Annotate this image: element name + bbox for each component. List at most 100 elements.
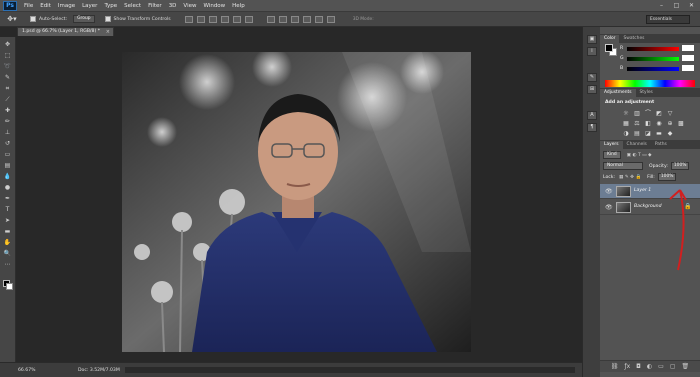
layer-name[interactable]: Layer 1 [634, 188, 651, 193]
eraser-tool-icon[interactable]: ▭ [2, 150, 14, 159]
trash-icon[interactable]: 🗑 [682, 363, 690, 370]
align-hcenter-icon[interactable] [232, 15, 241, 23]
pen-tool-icon[interactable]: ✒ [2, 194, 14, 203]
adjustment-layer-icon[interactable]: ◐ [647, 363, 652, 370]
distribute-left-icon[interactable] [302, 15, 311, 23]
minimize-button[interactable]: – [657, 1, 666, 10]
layer-row-background[interactable]: 👁 Background 🔒 [600, 200, 700, 215]
menu-type[interactable]: Type [104, 3, 117, 9]
curves-icon[interactable]: ⌒ [644, 110, 652, 117]
color-lookup-icon[interactable]: ▩ [677, 120, 685, 127]
character-panel-icon[interactable]: A [587, 111, 597, 120]
slider-blue-value[interactable] [682, 65, 694, 71]
history-brush-tool-icon[interactable]: ↺ [2, 139, 14, 148]
menu-view[interactable]: View [183, 3, 196, 9]
align-top-icon[interactable] [184, 15, 193, 23]
tab-channels[interactable]: Channels [623, 141, 651, 149]
tab-styles[interactable]: Styles [636, 89, 657, 97]
slider-red[interactable]: R [620, 45, 696, 52]
distribute-hcenter-icon[interactable] [314, 15, 323, 23]
threshold-icon[interactable]: ◪ [644, 130, 652, 137]
vibrance-icon[interactable]: ▽ [666, 110, 674, 117]
hue-saturation-icon[interactable]: ▦ [622, 120, 630, 127]
brush-presets-icon[interactable]: ⊞ [587, 85, 597, 94]
tab-paths[interactable]: Paths [651, 141, 671, 149]
background-color-swatch[interactable] [6, 283, 13, 290]
menu-layer[interactable]: Layer [82, 3, 97, 9]
extra-tool-icon[interactable]: ⋯ [2, 260, 14, 269]
document-tab[interactable]: 1.psd @ 66.7% (Layer 1, RGB/8) * × [17, 27, 114, 36]
auto-select-dropdown[interactable]: Group [73, 15, 95, 23]
hand-tool-icon[interactable]: ✋ [2, 238, 14, 247]
auto-select-checkbox[interactable] [30, 16, 36, 22]
move-tool-icon[interactable]: ✥▾ [4, 14, 20, 25]
channel-mixer-icon[interactable]: ⊕ [666, 120, 674, 127]
align-left-icon[interactable] [220, 15, 229, 23]
slider-red-value[interactable] [682, 45, 694, 51]
horizontal-scrollbar[interactable] [125, 367, 575, 373]
tab-color[interactable]: Color [600, 35, 620, 43]
posterize-icon[interactable]: ▤ [633, 130, 641, 137]
marquee-tool-icon[interactable]: ⬚ [2, 51, 14, 60]
fx-icon[interactable]: ƒx [624, 363, 630, 370]
eye-icon[interactable]: 👁 [605, 188, 613, 195]
history-panel-icon[interactable]: ▣ [587, 35, 597, 44]
layer-name[interactable]: Background [634, 204, 662, 209]
slider-red-track[interactable] [627, 47, 679, 51]
selective-color-icon[interactable]: ◆ [666, 130, 674, 137]
distribute-vcenter-icon[interactable] [278, 15, 287, 23]
filter-icons[interactable]: ▣ ◐ T ▭ ◆ [627, 153, 652, 158]
document-photo[interactable] [122, 52, 471, 352]
workspace-dropdown[interactable]: Essentials [646, 15, 690, 24]
lock-icons[interactable]: ▦ ✎ ✥ 🔒 [619, 175, 641, 180]
menu-edit[interactable]: Edit [40, 3, 51, 9]
tab-swatches[interactable]: Swatches [619, 35, 648, 43]
distribute-bottom-icon[interactable] [290, 15, 299, 23]
align-vcenter-icon[interactable] [196, 15, 205, 23]
clone-stamp-tool-icon[interactable]: ⊥ [2, 128, 14, 137]
menu-filter[interactable]: Filter [148, 3, 162, 9]
layer-kind-dropdown[interactable]: Kind [603, 151, 621, 159]
shape-tool-icon[interactable]: ▬ [2, 227, 14, 236]
healing-tool-icon[interactable]: ✚ [2, 106, 14, 115]
color-balance-icon[interactable]: ⚖ [633, 120, 641, 127]
mask-icon[interactable]: ◘ [636, 363, 641, 370]
gradient-tool-icon[interactable]: ▤ [2, 161, 14, 170]
blend-mode-dropdown[interactable]: Normal [603, 162, 643, 170]
layer-row-layer-1[interactable]: 👁 Layer 1 [600, 184, 700, 199]
link-icon[interactable]: ⛓ [611, 363, 619, 370]
lasso-tool-icon[interactable]: ➰ [2, 62, 14, 71]
blur-tool-icon[interactable]: 💧 [2, 172, 14, 181]
menu-image[interactable]: Image [58, 3, 75, 9]
menu-file[interactable]: File [24, 3, 33, 9]
brightness-icon[interactable]: ☼ [622, 110, 630, 117]
eyedropper-tool-icon[interactable]: ⟋ [2, 95, 14, 104]
slider-blue-track[interactable] [627, 67, 679, 71]
crop-tool-icon[interactable]: ⌗ [2, 84, 14, 93]
eye-icon[interactable]: 👁 [605, 204, 613, 211]
menu-3d[interactable]: 3D [169, 3, 177, 9]
quick-select-tool-icon[interactable]: ✎ [2, 73, 14, 82]
slider-green-value[interactable] [682, 55, 694, 61]
slider-blue[interactable]: B [620, 65, 696, 72]
gradient-map-icon[interactable]: ▬ [655, 130, 663, 137]
distribute-top-icon[interactable] [266, 15, 275, 23]
color-spectrum[interactable] [605, 80, 695, 87]
dodge-tool-icon[interactable]: ● [2, 183, 14, 192]
menu-select[interactable]: Select [124, 3, 141, 9]
brush-tool-icon[interactable]: ✏ [2, 117, 14, 126]
zoom-tool-icon[interactable]: 🔍 [2, 249, 14, 258]
close-button[interactable]: ✕ [687, 1, 696, 10]
black-white-icon[interactable]: ◧ [644, 120, 652, 127]
new-layer-icon[interactable]: ▢ [670, 363, 676, 370]
slider-green[interactable]: G [620, 55, 696, 62]
opacity-input[interactable]: 100% [670, 162, 690, 170]
tab-adjustments[interactable]: Adjustments [600, 89, 636, 97]
slider-green-track[interactable] [627, 57, 679, 61]
photo-filter-icon[interactable]: ◉ [655, 120, 663, 127]
zoom-level[interactable]: 66.67% [18, 368, 58, 373]
menu-window[interactable]: Window [203, 3, 225, 9]
show-transform-checkbox[interactable] [104, 16, 111, 22]
levels-icon[interactable]: ▥ [633, 110, 641, 117]
paragraph-panel-icon[interactable]: ¶ [587, 123, 597, 132]
